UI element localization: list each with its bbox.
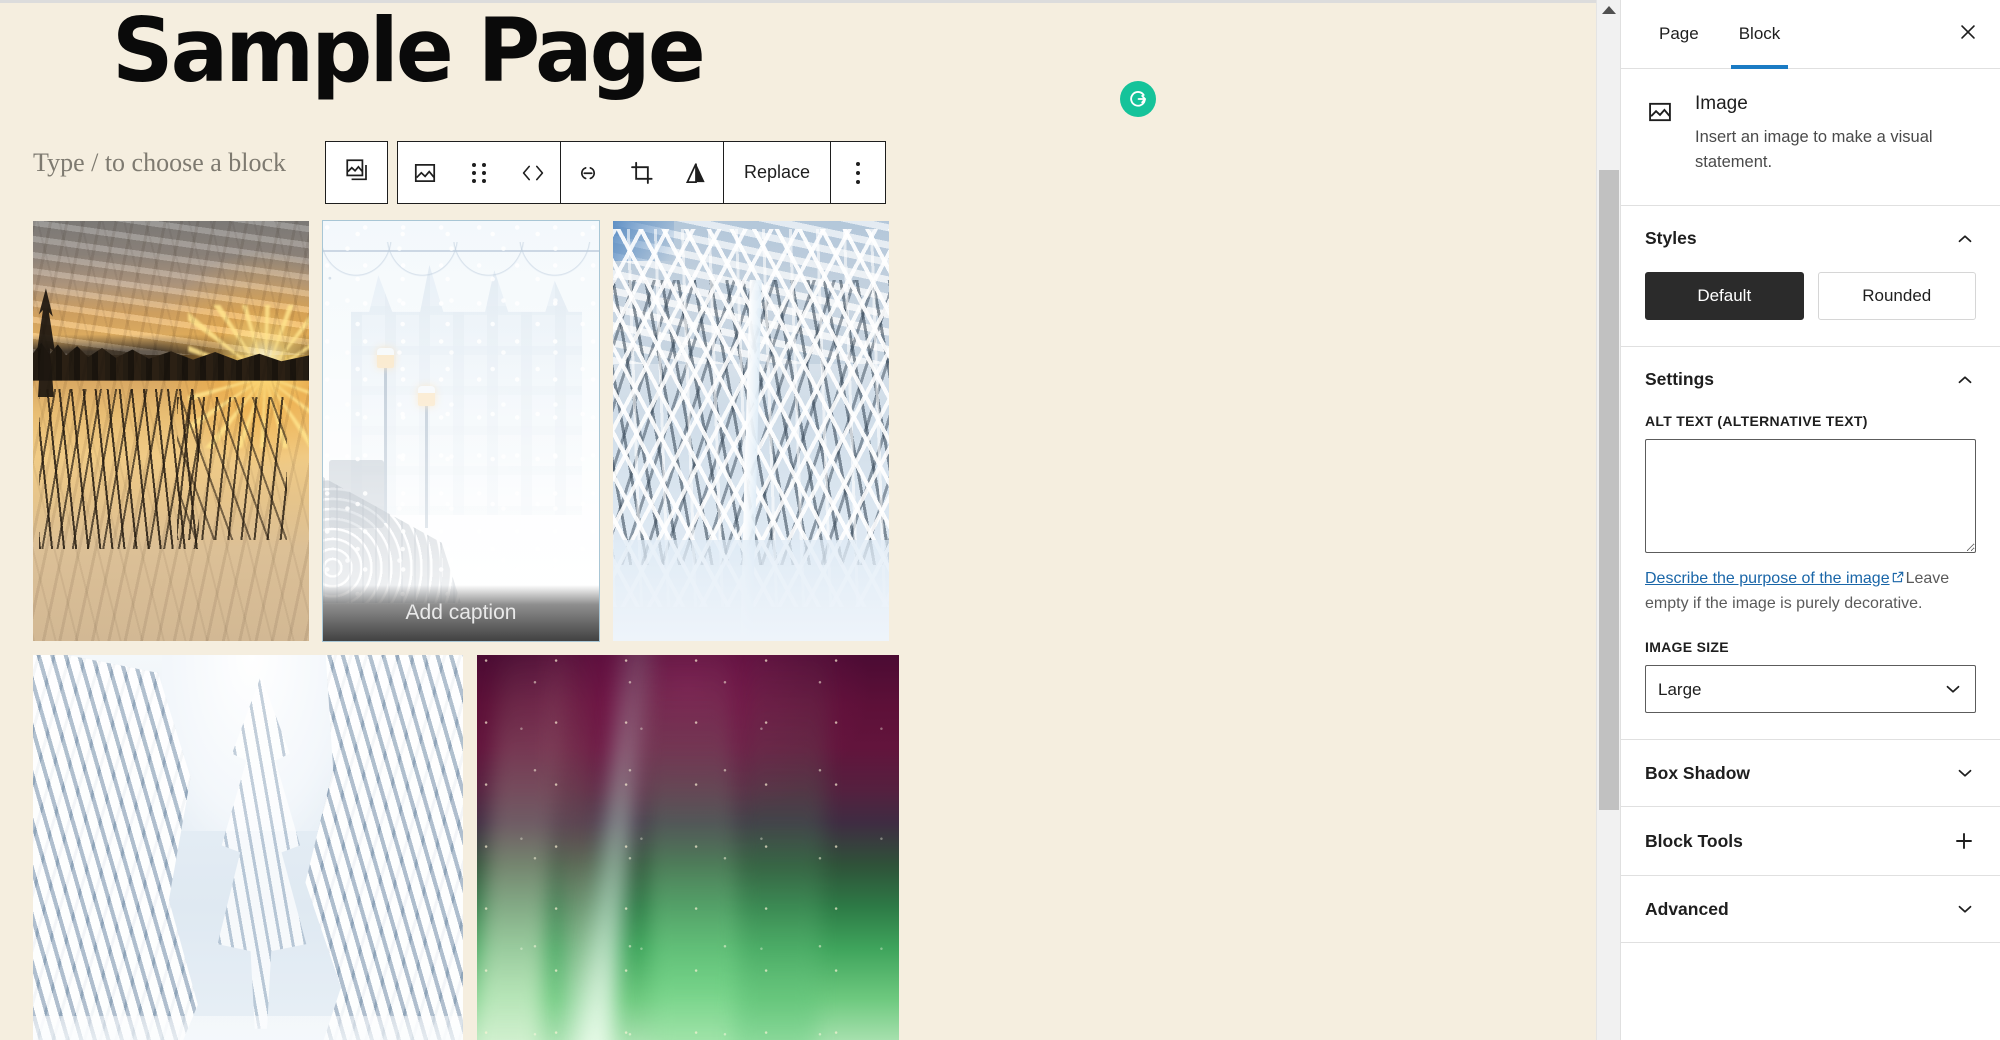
panel-styles-body: Default Rounded (1621, 271, 2000, 346)
link-icon (575, 160, 601, 186)
drag-handle-button[interactable] (452, 142, 506, 203)
vertical-scrollbar[interactable] (1596, 0, 1620, 1040)
block-name: Image (1695, 93, 1748, 114)
image-gallery[interactable]: Add caption (33, 221, 1563, 1040)
panel-block-tools: Block Tools (1621, 807, 2000, 877)
chevron-up-icon (1954, 369, 1976, 391)
duotone-filter-icon (683, 160, 709, 186)
chevron-down-icon (1954, 762, 1976, 784)
image-artwork (323, 221, 599, 641)
alt-text-help: Describe the purpose of the image Leave e… (1645, 567, 1976, 618)
style-option-rounded[interactable]: Rounded (1817, 271, 1976, 320)
alt-text-label: ALT TEXT (ALTERNATIVE TEXT) (1645, 412, 1868, 429)
editor-canvas[interactable]: Sample Page Type / to choose a block Rep… (0, 0, 1596, 1040)
panel-settings-body: ALT TEXT (ALTERNATIVE TEXT) Describe the… (1621, 413, 2000, 740)
image-artwork (613, 221, 889, 641)
image-block-icon (1645, 97, 1675, 127)
crop-icon (629, 160, 655, 186)
image-size-select[interactable]: Large (1645, 665, 1976, 714)
gallery-image-snowy-conifer-forest[interactable] (33, 655, 463, 1040)
image-artwork (33, 221, 309, 641)
more-options-button[interactable] (831, 142, 885, 203)
style-option-default[interactable]: Default (1645, 271, 1804, 320)
panel-block-tools-title: Block Tools (1645, 830, 1743, 851)
panel-styles-header[interactable]: Styles (1621, 206, 2000, 272)
image-artwork (33, 655, 463, 1040)
move-block-arrows-button[interactable] (506, 142, 560, 203)
drag-handle-icon (472, 162, 486, 183)
block-placeholder-text[interactable]: Type / to choose a block (33, 148, 286, 178)
panel-settings: Settings ALT TEXT (ALTERNATIVE TEXT) Des… (1621, 347, 2000, 741)
sidebar-tabs: Page Block (1621, 0, 2000, 69)
parent-gallery-button[interactable] (325, 141, 388, 204)
more-options-icon (856, 161, 861, 184)
scrollbar-thumb[interactable] (1599, 170, 1619, 810)
block-settings-sidebar: Page Block Image Insert an image to make… (1620, 0, 2000, 1040)
panel-styles: Styles Default Rounded (1621, 206, 2000, 347)
image-block-type-button[interactable] (398, 142, 452, 203)
chevron-up-icon (1954, 228, 1976, 250)
panel-settings-header[interactable]: Settings (1621, 347, 2000, 413)
scroll-up-arrow-icon[interactable] (1601, 6, 1616, 14)
gallery-image-frost-covered-tree[interactable] (613, 221, 889, 641)
style-variations: Default Rounded (1645, 271, 1976, 320)
close-icon (1957, 21, 1979, 48)
describe-purpose-link[interactable]: Describe the purpose of the image (1645, 570, 1890, 587)
gallery-image-winter-sunset-frozen-lake[interactable] (33, 221, 309, 641)
image-caption-input[interactable]: Add caption (323, 585, 599, 641)
panel-block-tools-header[interactable]: Block Tools (1621, 807, 2000, 875)
duotone-filter-button[interactable] (669, 142, 723, 203)
external-link-icon (1891, 568, 1905, 593)
gallery-image-snowy-street-string-lights[interactable]: Add caption (323, 221, 599, 641)
block-toolbar[interactable]: Replace (325, 141, 887, 204)
panel-settings-title: Settings (1645, 369, 1715, 389)
panel-box-shadow: Box Shadow (1621, 740, 2000, 808)
panel-advanced: Advanced (1621, 876, 2000, 944)
block-info-card: Image Insert an image to make a visual s… (1621, 69, 2000, 206)
alt-text-input[interactable] (1645, 438, 1976, 553)
panel-advanced-title: Advanced (1645, 898, 1729, 919)
block-description: Insert an image to make a visual stateme… (1695, 128, 1933, 171)
gallery-image-aurora-borealis[interactable] (477, 655, 899, 1040)
chevron-down-icon (1954, 898, 1976, 920)
link-button[interactable] (561, 142, 615, 203)
image-size-label: IMAGE SIZE (1645, 639, 1729, 656)
panel-styles-title: Styles (1645, 228, 1697, 248)
gallery-block-icon (344, 157, 370, 188)
close-sidebar-button[interactable] (1944, 10, 1992, 58)
image-artwork (477, 655, 899, 1040)
block-toolbar-group[interactable]: Replace (397, 141, 887, 204)
panel-box-shadow-header[interactable]: Box Shadow (1621, 740, 2000, 806)
crop-button[interactable] (615, 142, 669, 203)
grammarly-badge-icon[interactable] (1120, 81, 1156, 117)
image-size-control: Large (1645, 665, 1976, 714)
panel-box-shadow-title: Box Shadow (1645, 762, 1751, 783)
tab-page[interactable]: Page (1639, 0, 1719, 68)
gallery-row-1: Add caption (33, 221, 1563, 641)
panel-advanced-header[interactable]: Advanced (1621, 876, 2000, 942)
gallery-row-2 (33, 655, 1563, 1040)
replace-button[interactable]: Replace (724, 142, 830, 203)
tab-block[interactable]: Block (1719, 0, 1801, 69)
page-title: Sample Page (112, 0, 706, 102)
image-block-icon (412, 160, 438, 186)
plus-icon (1952, 829, 1976, 853)
move-arrows-icon (517, 162, 549, 184)
editor-root: Sample Page Type / to choose a block Rep… (0, 0, 2000, 1040)
